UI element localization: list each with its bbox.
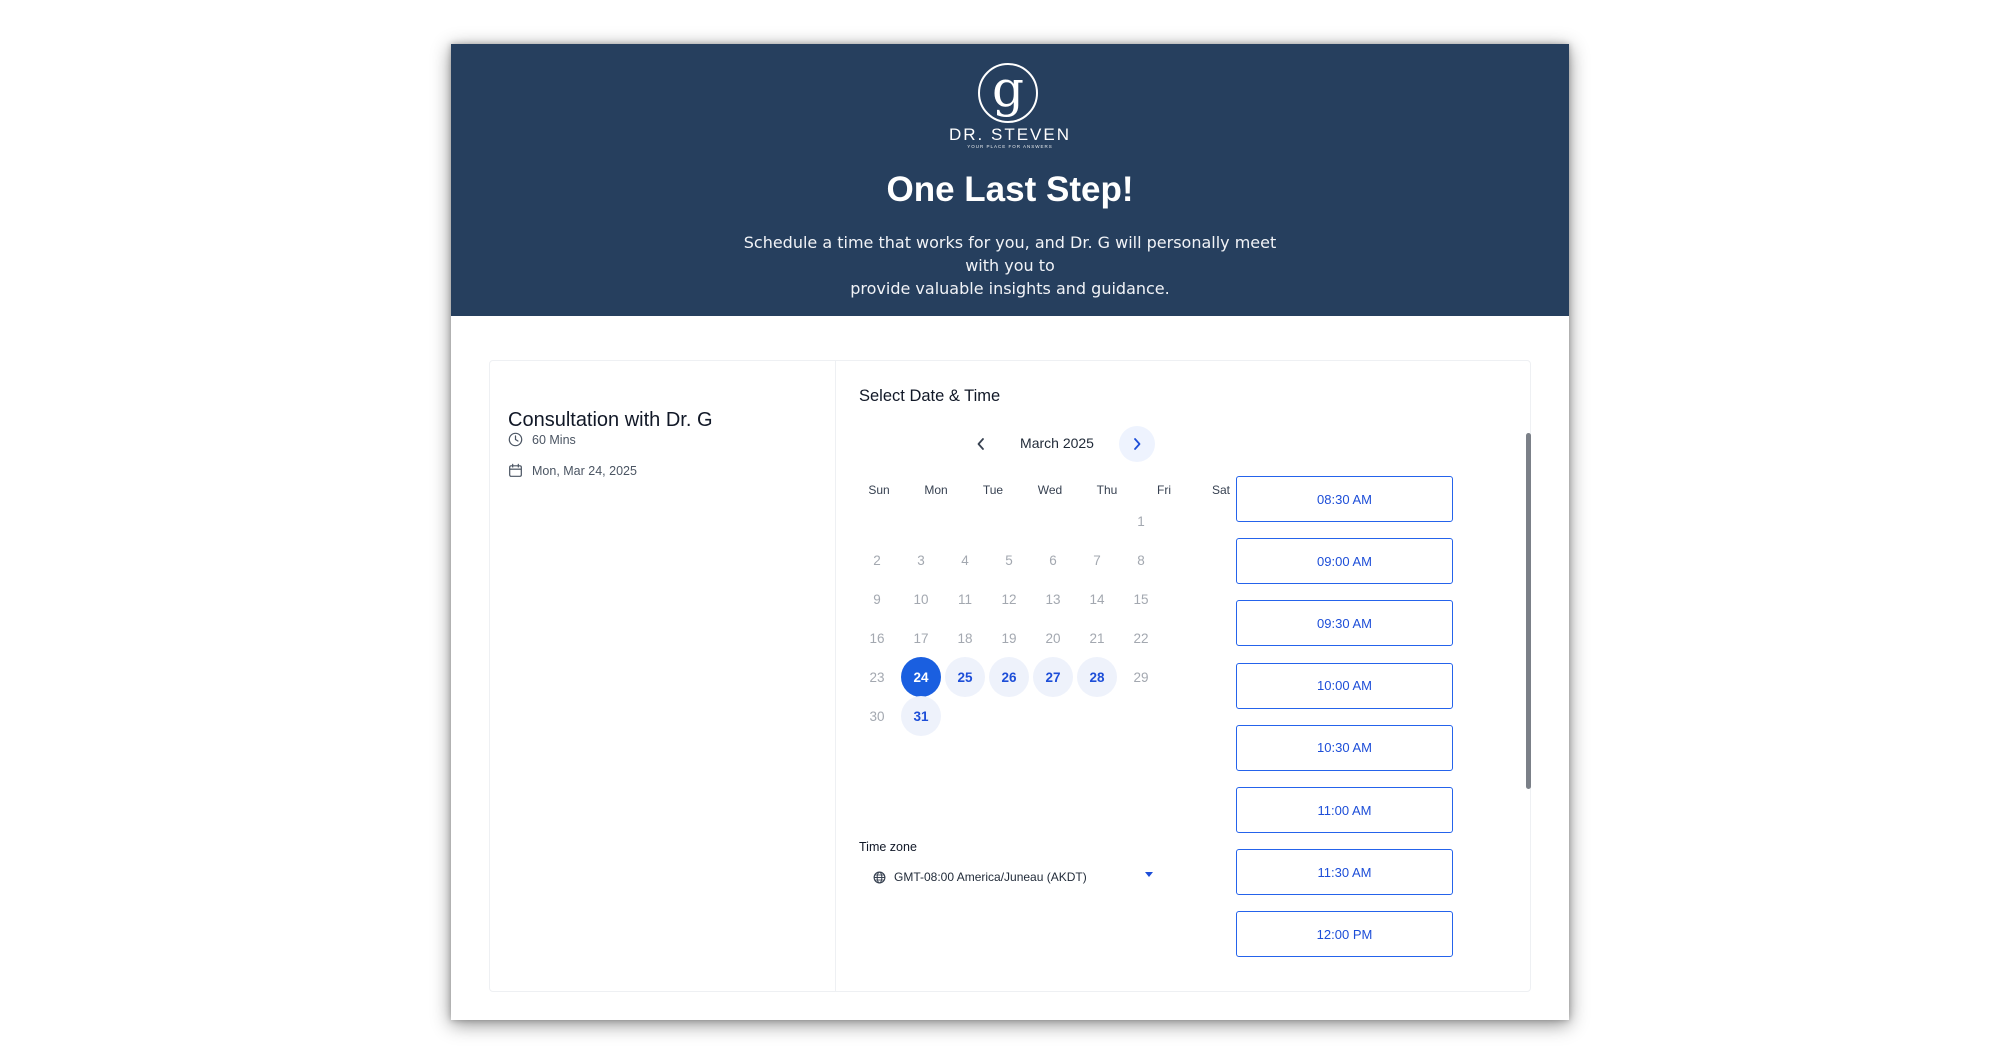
timezone-select[interactable]: GMT-08:00 America/Juneau (AKDT)	[873, 866, 1173, 888]
booking-widget: Consultation with Dr. G 60 Mins Mon, Mar…	[489, 360, 1531, 992]
calendar-day: 12	[1001, 591, 1017, 607]
logo-mark: g	[978, 63, 1038, 123]
clock-icon	[508, 432, 523, 447]
calendar-day: 21	[1089, 630, 1105, 646]
month-navigation: March 2025	[837, 426, 1237, 462]
calendar-day: 22	[1133, 630, 1149, 646]
calendar-day[interactable]: 26	[989, 657, 1029, 697]
time-slot-button[interactable]: 10:30 AM	[1236, 724, 1453, 771]
time-slot-button[interactable]: 10:00 AM	[1236, 662, 1453, 709]
time-slot-button[interactable]: 12:00 PM	[1236, 911, 1453, 958]
time-slot-button[interactable]: 08:30 AM	[1236, 476, 1453, 522]
logo-tagline: YOUR PLACE FOR ANSWERS	[967, 144, 1053, 149]
event-details-panel: Consultation with Dr. G 60 Mins Mon, Mar…	[490, 361, 836, 991]
calendar-day: 5	[1005, 552, 1013, 568]
calendar-day[interactable]: 28	[1077, 657, 1117, 697]
time-slot-button[interactable]: 11:30 AM	[1236, 849, 1453, 896]
calendar-day: 10	[913, 591, 929, 607]
time-slot-button[interactable]: 11:00 AM	[1236, 787, 1453, 833]
calendar-day[interactable]: 31	[901, 696, 941, 736]
calendar-day[interactable]: 27	[1033, 657, 1073, 697]
subtitle-line-2: provide valuable insights and guidance.	[850, 279, 1170, 298]
time-slots-scrollbar[interactable]	[1526, 433, 1531, 789]
calendar-day: 9	[873, 591, 881, 607]
subtitle-line-1: Schedule a time that works for you, and …	[743, 233, 1277, 275]
calendar-day: 18	[957, 630, 973, 646]
next-month-button[interactable]	[1119, 426, 1155, 462]
event-title: Consultation with Dr. G	[508, 409, 713, 431]
logo-letter: g	[991, 60, 1024, 118]
calendar-day-selected[interactable]: 24	[901, 657, 941, 697]
chevron-right-icon	[1134, 438, 1141, 450]
calendar-day: 8	[1137, 552, 1145, 568]
calendar-day: 3	[917, 552, 925, 568]
calendar-day: 29	[1133, 669, 1149, 685]
timezone-label: Time zone	[859, 840, 917, 854]
calendar-day: 19	[1001, 630, 1017, 646]
calendar-day: 6	[1049, 552, 1057, 568]
calendar-day[interactable]: 25	[945, 657, 985, 697]
calendar-day: 17	[913, 630, 929, 646]
calendar-day: 11	[957, 591, 972, 607]
calendar-day: 23	[869, 669, 885, 685]
caret-down-icon	[1145, 872, 1153, 877]
event-duration: 60 Mins	[532, 432, 576, 447]
date-time-panel: Select Date & Time March 2025 Sun Mon Tue W…	[837, 361, 1531, 991]
calendar-day: 13	[1045, 591, 1061, 607]
event-date: Mon, Mar 24, 2025	[532, 463, 637, 478]
weekday-label: Thu	[1096, 483, 1118, 497]
time-slot-button[interactable]: 09:00 AM	[1236, 538, 1453, 585]
globe-icon	[873, 871, 886, 883]
calendar-icon	[509, 463, 522, 477]
weekday-label: Tue	[982, 483, 1004, 497]
weekday-label: Mon	[924, 483, 948, 497]
logo-name: DR. STEVEN	[948, 125, 1072, 144]
calendar-day: 2	[873, 552, 881, 568]
calendar-day: 7	[1093, 552, 1101, 568]
weekday-label: Sun	[868, 483, 890, 497]
calendar-day: 1	[1137, 513, 1145, 529]
calendar-day: 20	[1045, 630, 1061, 646]
section-title: Select Date & Time	[859, 387, 1001, 405]
calendar-day: 16	[869, 630, 885, 646]
timezone-value: GMT-08:00 America/Juneau (AKDT)	[894, 870, 1087, 884]
calendar-day: 30	[869, 708, 885, 724]
date-row: Mon, Mar 24, 2025	[508, 463, 637, 478]
calendar-day: 4	[961, 552, 969, 568]
month-label: March 2025	[1020, 435, 1094, 451]
hero-header: g DR. STEVEN YOUR PLACE FOR ANSWERS One …	[451, 44, 1569, 316]
calendar-day: 14	[1089, 591, 1105, 607]
weekday-label: Wed	[1037, 483, 1063, 497]
previous-month-button[interactable]	[965, 428, 997, 460]
weekday-label: Fri	[1157, 483, 1171, 497]
time-slot-button[interactable]: 09:30 AM	[1236, 600, 1453, 647]
page-title: One Last Step!	[886, 170, 1134, 209]
calendar-day: 15	[1133, 591, 1149, 607]
booking-card: g DR. STEVEN YOUR PLACE FOR ANSWERS One …	[451, 44, 1569, 1020]
page-subtitle: Schedule a time that works for you, and …	[730, 231, 1290, 300]
duration-row: 60 Mins	[508, 432, 576, 447]
chevron-left-icon	[977, 438, 984, 450]
